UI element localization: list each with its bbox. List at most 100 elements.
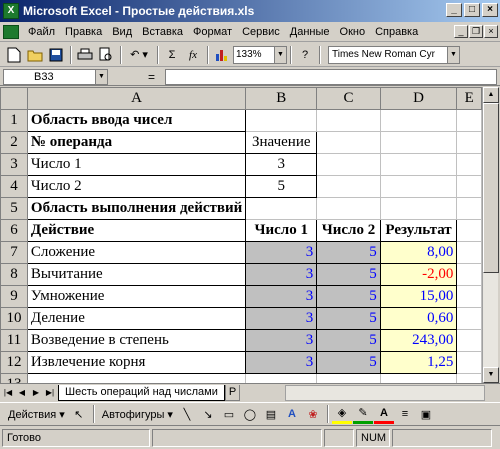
column-header[interactable]: A bbox=[26, 87, 247, 110]
zoom-select[interactable]: 133% ▼ bbox=[233, 45, 287, 64]
excel-icon[interactable]: X bbox=[3, 3, 19, 19]
cell-c[interactable]: 5 bbox=[316, 351, 381, 374]
cell-c[interactable]: 5 bbox=[316, 285, 381, 308]
menu-view[interactable]: Вид bbox=[107, 23, 137, 41]
cell-c[interactable] bbox=[316, 197, 381, 220]
horizontal-scrollbar[interactable] bbox=[285, 385, 485, 401]
cell-c[interactable]: 5 bbox=[316, 307, 381, 330]
worksheet-grid[interactable]: ABCDE 1 Область ввода чисел 2 № операнда Зна… bbox=[0, 87, 482, 383]
equals-icon[interactable]: = bbox=[148, 70, 155, 84]
line-style-icon[interactable]: ≡ bbox=[395, 404, 415, 424]
cell-a[interactable]: Число 2 bbox=[26, 175, 247, 198]
minimize-button[interactable]: _ bbox=[446, 3, 462, 17]
sheet-tab-next[interactable]: Р bbox=[224, 384, 241, 401]
cell-e[interactable] bbox=[456, 373, 482, 383]
fill-color-icon[interactable]: ◈ bbox=[331, 404, 352, 424]
cell-c[interactable]: Число 2 bbox=[316, 219, 381, 242]
scroll-thumb[interactable] bbox=[483, 103, 499, 273]
textbox-icon[interactable]: ▤ bbox=[261, 404, 281, 424]
row-header[interactable]: 11 bbox=[0, 329, 28, 352]
cell-b[interactable] bbox=[245, 197, 318, 220]
doc-minimize-button[interactable]: _ bbox=[454, 25, 468, 38]
scroll-down-icon[interactable]: ▼ bbox=[483, 367, 499, 383]
column-header[interactable]: C bbox=[316, 87, 381, 110]
cell-e[interactable] bbox=[456, 351, 482, 374]
cell-a[interactable]: Извлечение корня bbox=[26, 351, 247, 374]
line-icon[interactable]: ╲ bbox=[177, 404, 197, 424]
sheet-tab-active[interactable]: Шесть операций над числами bbox=[58, 384, 225, 401]
last-sheet-icon[interactable]: ▶| bbox=[44, 386, 56, 400]
cell-a[interactable]: № операнда bbox=[26, 131, 247, 154]
menu-insert[interactable]: Вставка bbox=[137, 23, 188, 41]
cell-b[interactable] bbox=[245, 109, 318, 132]
formula-input[interactable] bbox=[165, 69, 497, 85]
name-box[interactable]: B33 ▼ bbox=[3, 68, 108, 85]
new-icon[interactable] bbox=[4, 45, 24, 65]
menu-data[interactable]: Данные bbox=[285, 23, 335, 41]
doc-close-button[interactable]: × bbox=[484, 25, 498, 38]
undo-icon[interactable]: ↶ ▾ bbox=[125, 45, 153, 65]
menu-format[interactable]: Формат bbox=[188, 23, 237, 41]
cell-d[interactable]: 8,00 bbox=[379, 241, 458, 264]
shadow-icon[interactable]: ▣ bbox=[416, 404, 436, 424]
cell-b[interactable]: 3 bbox=[245, 153, 318, 176]
save-icon[interactable] bbox=[46, 45, 66, 65]
cell-a[interactable]: Сложение bbox=[26, 241, 247, 264]
cell-e[interactable] bbox=[456, 263, 482, 286]
row-header[interactable]: 8 bbox=[0, 263, 28, 286]
row-header[interactable]: 1 bbox=[0, 109, 28, 132]
cell-e[interactable] bbox=[456, 131, 482, 154]
cell-a[interactable]: Деление bbox=[26, 307, 247, 330]
row-header[interactable]: 13 bbox=[0, 373, 28, 383]
cell-e[interactable] bbox=[456, 109, 482, 132]
font-select[interactable]: Times New Roman Cyr ▼ bbox=[328, 45, 460, 64]
cell-c[interactable] bbox=[316, 373, 381, 383]
cell-e[interactable] bbox=[456, 241, 482, 264]
select-all-corner[interactable] bbox=[0, 87, 28, 110]
cell-a[interactable]: Вычитание bbox=[26, 263, 247, 286]
clipart-icon[interactable]: ❀ bbox=[303, 404, 323, 424]
menu-window[interactable]: Окно bbox=[335, 23, 371, 41]
cell-e[interactable] bbox=[456, 219, 482, 242]
print-icon[interactable] bbox=[75, 45, 95, 65]
cell-e[interactable] bbox=[456, 153, 482, 176]
menu-tools[interactable]: Сервис bbox=[237, 23, 285, 41]
close-button[interactable]: × bbox=[482, 3, 498, 17]
menu-file[interactable]: Файл bbox=[23, 23, 60, 41]
line-color-icon[interactable]: ✎ bbox=[352, 404, 373, 424]
workbook-icon[interactable] bbox=[3, 24, 19, 39]
cell-a[interactable]: Область ввода чисел bbox=[26, 109, 247, 132]
cell-d[interactable]: 243,00 bbox=[379, 329, 458, 352]
chart-wizard-icon[interactable] bbox=[212, 45, 232, 65]
cell-b[interactable]: 3 bbox=[245, 241, 318, 264]
cell-d[interactable] bbox=[379, 131, 458, 154]
cell-c[interactable] bbox=[316, 175, 381, 198]
row-header[interactable]: 10 bbox=[0, 307, 28, 330]
rectangle-icon[interactable]: ▭ bbox=[219, 404, 239, 424]
cell-c[interactable] bbox=[316, 153, 381, 176]
row-header[interactable]: 2 bbox=[0, 131, 28, 154]
cell-a[interactable]: Действие bbox=[26, 219, 247, 242]
cell-d[interactable]: 15,00 bbox=[379, 285, 458, 308]
cell-c[interactable]: 5 bbox=[316, 241, 381, 264]
doc-restore-button[interactable]: ❐ bbox=[469, 25, 483, 38]
cell-c[interactable]: 5 bbox=[316, 263, 381, 286]
scroll-up-icon[interactable]: ▲ bbox=[483, 87, 499, 103]
cell-d[interactable]: Результат bbox=[379, 219, 458, 242]
cell-b[interactable]: Число 1 bbox=[245, 219, 318, 242]
oval-icon[interactable]: ◯ bbox=[240, 404, 260, 424]
print-preview-icon[interactable] bbox=[96, 45, 116, 65]
cell-d[interactable]: 1,25 bbox=[379, 351, 458, 374]
autoshapes-menu[interactable]: Автофигуры ▾ bbox=[98, 408, 177, 421]
row-header[interactable]: 4 bbox=[0, 175, 28, 198]
cell-d[interactable]: 0,60 bbox=[379, 307, 458, 330]
cell-e[interactable] bbox=[456, 329, 482, 352]
actions-menu[interactable]: Действия ▾ bbox=[4, 408, 69, 421]
cell-b[interactable]: 3 bbox=[245, 329, 318, 352]
row-header[interactable]: 3 bbox=[0, 153, 28, 176]
cell-e[interactable] bbox=[456, 197, 482, 220]
cell-a[interactable]: Умножение bbox=[26, 285, 247, 308]
function-icon[interactable]: fx bbox=[183, 45, 203, 65]
column-header[interactable]: E bbox=[456, 87, 482, 110]
first-sheet-icon[interactable]: |◀ bbox=[2, 386, 14, 400]
